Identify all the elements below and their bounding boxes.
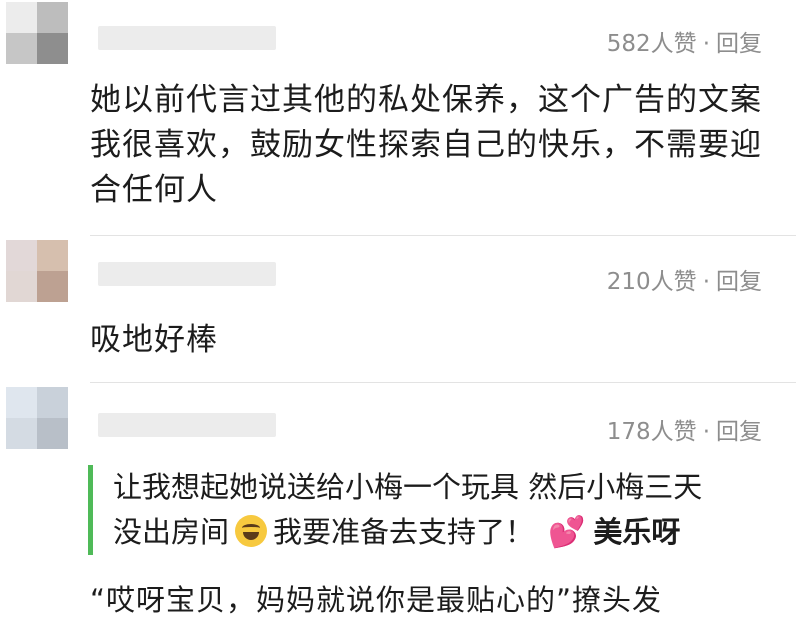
comment-3: 178人赞 · 回复 让我想起她说送给小梅一个玩具 然后小梅三天 没出房间 我要准备去… <box>0 383 796 638</box>
comment-text: “哎呀宝贝，妈妈就说你是最贴心的”撩头发 <box>90 583 663 617</box>
comment-1: 582人赞 · 回复 她以前代言过其他的私处保养，这个广告的文案我很喜欢，鼓励女性探… <box>0 0 796 235</box>
like-count[interactable]: 582人赞 <box>607 31 697 57</box>
quote-text: 没出房间 <box>113 515 230 549</box>
username-blurred[interactable] <box>98 413 276 437</box>
quoted-reply: 让我想起她说送给小梅一个玩具 然后小梅三天 没出房间 我要准备去支持了！ 💕 美乐呀 <box>88 465 796 555</box>
reply-button[interactable]: 回复 <box>716 269 762 295</box>
comment-text: 她以前代言过其他的私处保养，这个广告的文案我很喜欢，鼓励女性探索自己的快乐，不需… <box>90 82 762 208</box>
quote-line: 让我想起她说送给小梅一个玩具 然后小梅三天 <box>113 470 703 504</box>
quote-text: 我要准备去支持了！ <box>273 515 535 549</box>
separator-dot: · <box>702 419 710 445</box>
like-count[interactable]: 210人赞 <box>607 269 697 295</box>
quote-signature: 美乐呀 <box>593 515 681 549</box>
comment-text: 吸地好棒 <box>90 322 218 358</box>
username-blurred[interactable] <box>98 26 276 50</box>
avatar[interactable] <box>6 240 68 302</box>
quote-line: 没出房间 我要准备去支持了！ 💕 美乐呀 <box>113 510 796 555</box>
comment-meta: 178人赞 · 回复 <box>607 412 762 446</box>
comment-meta: 582人赞 · 回复 <box>607 24 762 58</box>
separator-dot: · <box>702 269 710 295</box>
reply-button[interactable]: 回复 <box>716 31 762 57</box>
laughing-tears-emoji-icon <box>235 515 268 547</box>
comment-2: 210人赞 · 回复 吸地好棒 <box>0 236 796 382</box>
avatar[interactable] <box>6 387 68 449</box>
comment-meta: 210人赞 · 回复 <box>607 262 762 296</box>
separator-dot: · <box>702 31 710 57</box>
avatar[interactable] <box>6 2 68 64</box>
two-hearts-emoji-icon: 💕 <box>548 515 586 550</box>
reply-button[interactable]: 回复 <box>716 419 762 445</box>
like-count[interactable]: 178人赞 <box>607 419 697 445</box>
username-blurred[interactable] <box>98 262 276 286</box>
